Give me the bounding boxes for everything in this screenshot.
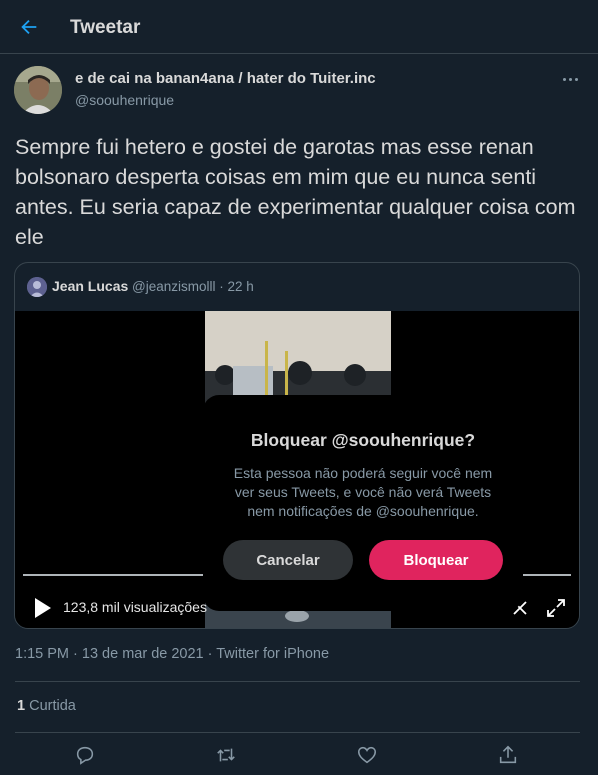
quoted-time: 22 h	[227, 279, 254, 294]
meta-separator: ·	[219, 279, 224, 294]
dialog-body: Esta pessoa não poderá seguir você nem v…	[233, 465, 493, 519]
likes-count[interactable]: 1 Curtida	[17, 698, 76, 714]
more-options-icon[interactable]	[558, 70, 582, 88]
retweet-icon[interactable]	[215, 744, 239, 768]
top-bar: Tweetar	[0, 0, 598, 54]
author-name[interactable]: e de cai na banan4ana / hater do Tuiter.…	[75, 70, 376, 87]
divider	[15, 681, 580, 682]
page-title: Tweetar	[70, 17, 141, 38]
quoted-author-name: Jean Lucas	[52, 278, 129, 294]
tweet-text: Sempre fui hetero e gostei de garotas ma…	[15, 135, 576, 249]
view-count: 123,8 mil visualizações	[63, 599, 207, 615]
like-icon[interactable]	[356, 744, 380, 768]
quoted-meta: @jeanzismolll · 22 h	[132, 279, 254, 294]
author-avatar[interactable]	[14, 66, 62, 114]
quoted-author-handle: @jeanzismolll	[132, 279, 216, 294]
divider	[15, 732, 580, 733]
block-dialog: Bloquear @soouhenrique? Esta pessoa não …	[203, 395, 523, 611]
share-icon[interactable]	[497, 744, 521, 768]
dialog-title: Bloquear @soouhenrique?	[250, 430, 476, 450]
tweet-timestamp[interactable]: 1:15 PM · 13 de mar de 2021 · Twitter fo…	[15, 646, 329, 662]
play-icon[interactable]	[33, 597, 53, 619]
fullscreen-icon[interactable]	[545, 597, 567, 619]
quoted-avatar	[27, 277, 47, 297]
action-bar	[0, 744, 598, 774]
cancel-button[interactable]: Cancelar	[223, 540, 353, 580]
reply-icon[interactable]	[74, 744, 98, 768]
likes-label: Curtida	[29, 698, 76, 714]
likes-number: 1	[17, 698, 26, 714]
author-handle[interactable]: @soouhenrique	[75, 92, 174, 108]
block-button[interactable]: Bloquear	[369, 540, 503, 580]
back-arrow-icon[interactable]	[16, 14, 42, 40]
